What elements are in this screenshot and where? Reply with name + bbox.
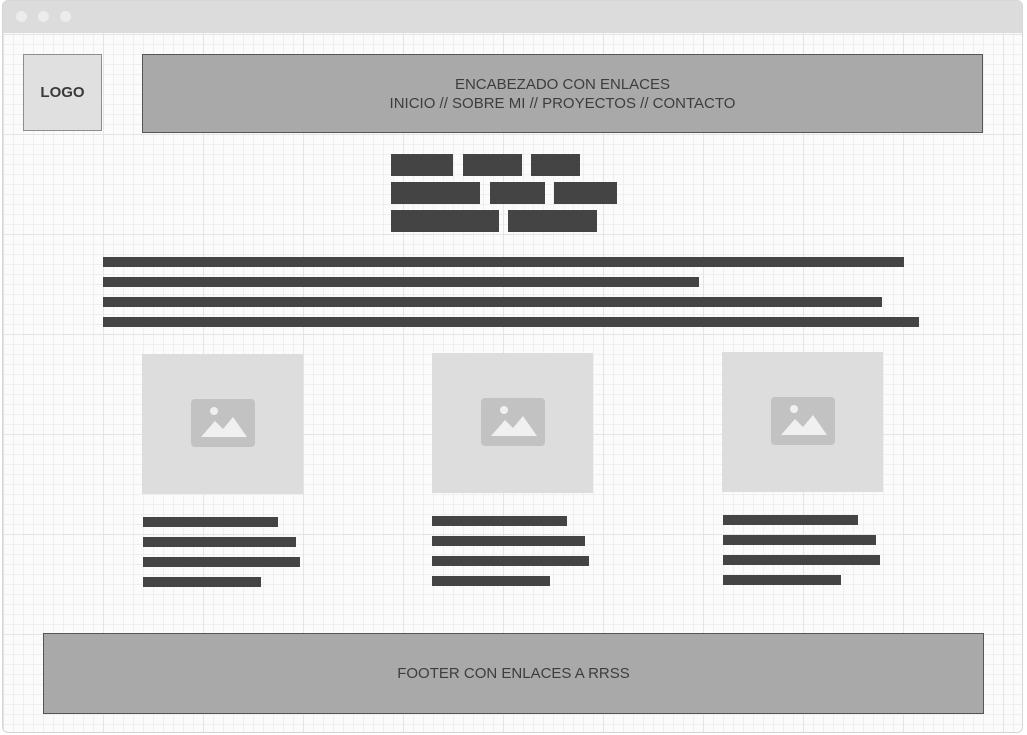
card-text-line bbox=[143, 517, 278, 527]
header-links[interactable]: INICIO // SOBRE MI // PROYECTOS // CONTA… bbox=[390, 94, 736, 113]
card-text-line bbox=[723, 575, 841, 585]
card-text-line bbox=[432, 516, 567, 526]
text-placeholder-line bbox=[103, 277, 699, 287]
card-text-line bbox=[432, 556, 589, 566]
card-text-line bbox=[143, 577, 261, 587]
title-placeholder-block bbox=[391, 210, 499, 232]
card-text-line bbox=[143, 557, 300, 567]
title-placeholder-block bbox=[391, 182, 480, 204]
title-placeholder-block bbox=[554, 182, 617, 204]
image-placeholder-icon bbox=[481, 398, 545, 446]
title-placeholder-block bbox=[490, 182, 545, 204]
header-title: ENCABEZADO CON ENLACES bbox=[454, 75, 671, 93]
card-image-placeholder bbox=[432, 353, 593, 493]
image-placeholder-icon bbox=[771, 397, 835, 445]
logo[interactable]: LOGO bbox=[23, 54, 102, 131]
card-text-line bbox=[723, 535, 876, 545]
header-nav[interactable]: ENCABEZADO CON ENLACES INICIO // SOBRE M… bbox=[142, 54, 983, 133]
card-image-placeholder bbox=[142, 354, 303, 494]
image-placeholder-icon bbox=[191, 399, 255, 447]
title-placeholder-block bbox=[463, 154, 522, 176]
title-placeholder-block bbox=[391, 154, 453, 176]
window-titlebar bbox=[3, 1, 1022, 33]
title-placeholder-block bbox=[531, 154, 580, 176]
card-text-line bbox=[432, 536, 585, 546]
card-text-line bbox=[432, 576, 550, 586]
footer-label: FOOTER CON ENLACES A RRSS bbox=[397, 665, 630, 682]
text-placeholder-line bbox=[103, 317, 919, 327]
title-placeholder-block bbox=[508, 210, 597, 232]
browser-window: LOGO ENCABEZADO CON ENLACES INICIO // SO… bbox=[2, 0, 1023, 733]
card-image-placeholder bbox=[722, 352, 883, 492]
text-placeholder-line bbox=[103, 297, 882, 307]
card-text-line bbox=[143, 537, 296, 547]
window-dot-maximize[interactable] bbox=[60, 11, 71, 22]
text-placeholder-line bbox=[103, 257, 904, 267]
footer[interactable]: FOOTER CON ENLACES A RRSS bbox=[43, 633, 984, 714]
card-text-line bbox=[723, 555, 880, 565]
logo-label: LOGO bbox=[40, 84, 85, 101]
window-dot-close[interactable] bbox=[16, 11, 27, 22]
card-text-line bbox=[723, 515, 858, 525]
window-dot-minimize[interactable] bbox=[38, 11, 49, 22]
